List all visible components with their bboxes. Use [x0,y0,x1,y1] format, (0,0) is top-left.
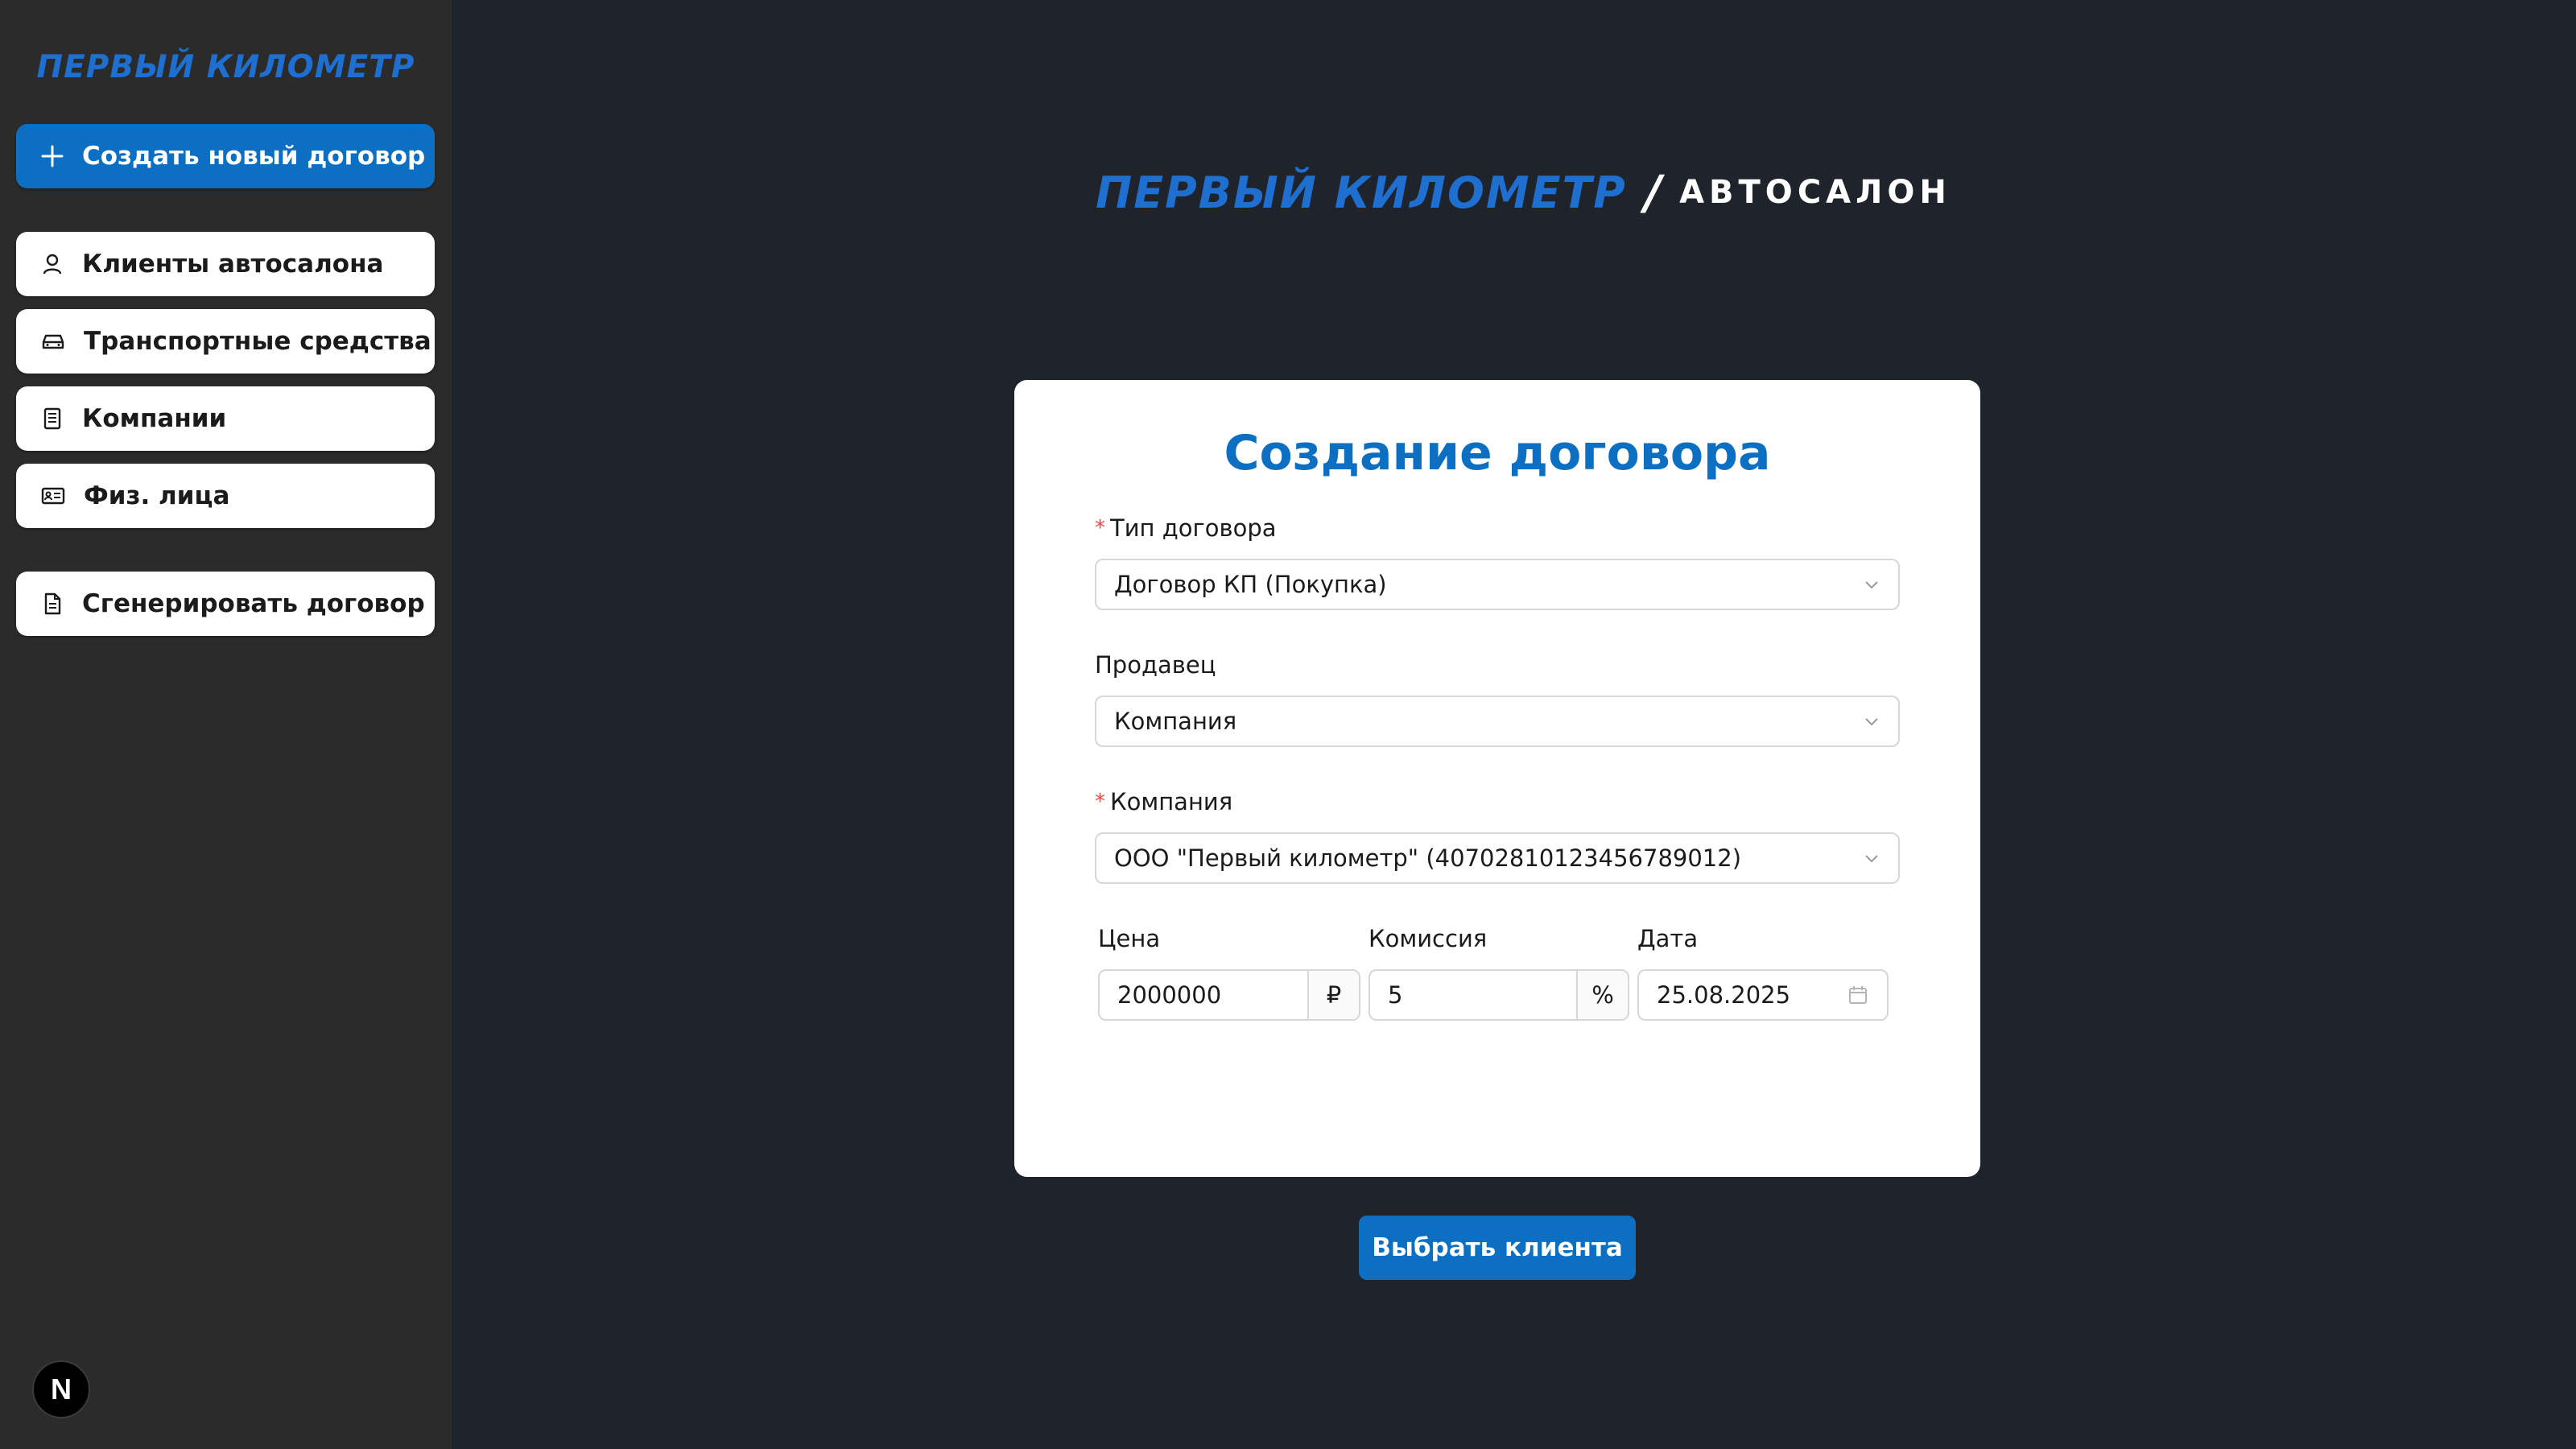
percent-addon: % [1576,971,1628,1019]
chevron-down-icon [1865,855,1878,863]
chevron-down-icon [1865,718,1878,726]
date-label: Дата [1637,925,1699,952]
page-title: Создание договора [1224,425,1771,481]
sidebar-item-vehicles[interactable]: Транспортные средства [16,309,435,374]
app-root: ПЕРВЫЙ КИЛОМЕТР Создать новый договор Кл… [0,0,2576,1449]
generate-contract-button[interactable]: Сгенерировать договор [16,572,435,636]
commission-field: Комиссия 5 % [1368,923,1629,1021]
brand-header: ПЕРВЫЙ КИЛОМЕТР / АВТОСАЛОН [1096,165,1946,220]
contract-type-label: Тип договора [1110,514,1277,542]
id-card-icon [41,487,65,505]
date-field: Дата 25.08.2025 [1637,923,1889,1021]
price-input[interactable]: 2000000 [1100,971,1307,1019]
required-marker: * [1095,516,1105,540]
generate-contract-label: Сгенерировать договор [82,589,425,618]
company-field: * Компания ООО "Первый километр" (407028… [1095,786,1900,884]
price-label: Цена [1098,925,1161,952]
seller-field: Продавец Компания [1095,649,1900,747]
create-contract-label: Создать новый договор [82,142,426,171]
main-content: ПЕРВЫЙ КИЛОМЕТР / АВТОСАЛОН Создание дог… [452,0,2576,1449]
commission-input[interactable]: 5 [1370,971,1576,1019]
contract-type-value: Договор КП (Покупка) [1114,571,1387,598]
company-label: Компания [1110,788,1233,815]
commission-label: Комиссия [1368,925,1488,952]
sidebar-logo: ПЕРВЫЙ КИЛОМЕТР [36,48,415,85]
price-commission-date-row: Цена 2000000 ₽ Комиссия 5 % Дата 25.08.2… [1095,923,1900,1021]
seller-value: Компания [1114,708,1237,735]
contract-type-field: * Тип договора Договор КП (Покупка) [1095,512,1900,610]
brand-main-text: ПЕРВЫЙ КИЛОМЕТР [1096,167,1627,218]
required-marker: * [1095,790,1105,814]
car-icon [42,334,64,349]
brand-slash: / [1644,165,1662,220]
plus-icon [41,145,64,167]
building-icon [43,407,61,430]
create-contract-button[interactable]: Создать новый договор [16,124,435,188]
sidebar-item-companies[interactable]: Компании [16,386,435,451]
contract-form-card: Создание договора * Тип договора Договор… [1014,380,1980,1177]
sidebar-item-label: Клиенты автосалона [82,250,384,279]
currency-addon: ₽ [1307,971,1359,1019]
date-picker[interactable]: 25.08.2025 [1637,969,1889,1021]
calendar-icon [1849,986,1867,1004]
price-field: Цена 2000000 ₽ [1098,923,1360,1021]
nextjs-badge[interactable]: N [32,1360,90,1418]
sidebar-item-label: Компании [82,404,227,433]
sidebar-item-label: Транспортные средства [84,327,431,356]
user-icon [43,254,62,275]
document-icon [44,592,61,615]
seller-label: Продавец [1095,651,1216,679]
sidebar-item-clients[interactable]: Клиенты автосалона [16,232,435,296]
sidebar-item-individuals[interactable]: Физ. лица [16,464,435,528]
date-value: 25.08.2025 [1657,981,1791,1009]
brand-sub-text: АВТОСАЛОН [1679,174,1951,211]
sidebar: ПЕРВЫЙ КИЛОМЕТР Создать новый договор Кл… [0,0,452,1449]
sidebar-item-label: Физ. лица [84,481,230,510]
seller-select[interactable]: Компания [1095,696,1900,747]
company-select[interactable]: ООО "Первый километр" (40702810123456789… [1095,832,1900,884]
select-client-button[interactable]: Выбрать клиента [1359,1216,1636,1280]
company-value: ООО "Первый километр" (40702810123456789… [1114,844,1742,872]
contract-type-select[interactable]: Договор КП (Покупка) [1095,559,1900,610]
chevron-down-icon [1865,581,1878,589]
